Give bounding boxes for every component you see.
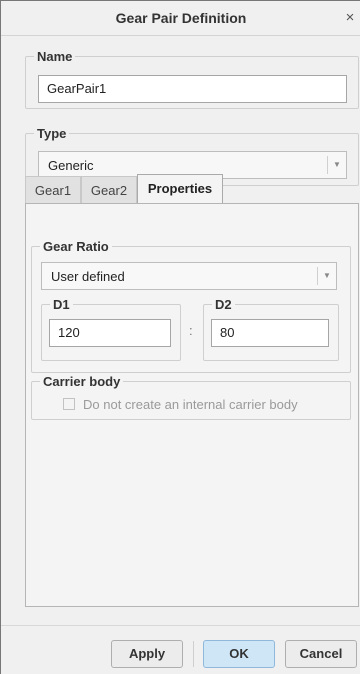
close-icon[interactable]: × bbox=[342, 9, 358, 27]
chevron-down-icon: ▼ bbox=[327, 156, 346, 174]
cancel-button[interactable]: Cancel bbox=[285, 640, 357, 668]
d1-label: D1 bbox=[53, 297, 70, 312]
ratio-separator: : bbox=[189, 323, 193, 338]
d2-label: D2 bbox=[215, 297, 232, 312]
tab-gear2[interactable]: Gear2 bbox=[81, 176, 137, 203]
d1-input[interactable]: 120 bbox=[49, 319, 171, 347]
carrier-body-label: Carrier body bbox=[43, 374, 121, 389]
gear-ratio-label: Gear Ratio bbox=[43, 239, 109, 254]
type-group-label: Type bbox=[37, 126, 67, 141]
gear-ratio-selected-value: User defined bbox=[51, 269, 125, 284]
type-selected-value: Generic bbox=[48, 158, 94, 173]
gear-ratio-select[interactable]: User defined ▼ bbox=[41, 262, 337, 290]
name-group-label: Name bbox=[37, 49, 73, 64]
button-separator bbox=[193, 641, 194, 667]
ok-button[interactable]: OK bbox=[203, 640, 275, 668]
internal-carrier-checkbox-label: Do not create an internal carrier body bbox=[83, 397, 298, 412]
internal-carrier-checkbox[interactable] bbox=[63, 398, 75, 410]
tab-gear1[interactable]: Gear1 bbox=[25, 176, 81, 203]
dialog-title: Gear Pair Definition bbox=[115, 10, 247, 26]
d2-input[interactable]: 80 bbox=[211, 319, 329, 347]
footer-divider bbox=[1, 625, 360, 626]
title-bar: Gear Pair Definition × bbox=[1, 1, 360, 36]
tab-properties[interactable]: Properties bbox=[137, 174, 223, 203]
apply-button[interactable]: Apply bbox=[111, 640, 183, 668]
chevron-down-icon: ▼ bbox=[317, 267, 336, 285]
gear-pair-dialog: Gear Pair Definition × Name GearPair1 Ty… bbox=[0, 0, 360, 674]
tab-properties-label: Properties bbox=[147, 181, 213, 196]
tab-gear2-label: Gear2 bbox=[90, 183, 128, 198]
tab-gear1-label: Gear1 bbox=[34, 183, 72, 198]
name-input[interactable]: GearPair1 bbox=[38, 75, 347, 103]
